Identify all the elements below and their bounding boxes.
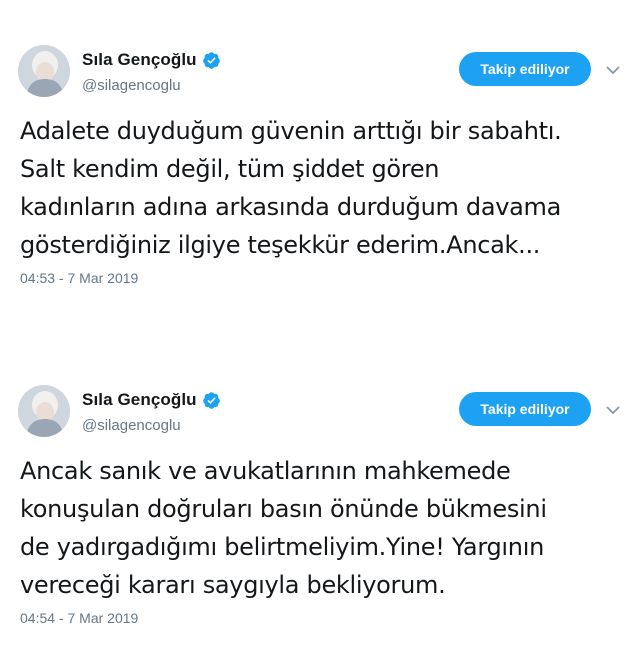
- user-name-row: Sıla Gençoğlu: [82, 50, 221, 70]
- tweet-text-line: kadınların adına arkasında durduğum dava…: [20, 193, 562, 221]
- tweet-text-line: de yadırgadığımı belirtmeliyim.Yine! Yar…: [20, 533, 544, 561]
- tweet-text: Adalete duyduğum güvenin arttığı bir sab…: [20, 112, 635, 264]
- tweet-text-line: Salt kendim değil, tüm şiddet gören: [20, 155, 440, 183]
- tweet-text-line: Ancak sanık ve avukatlarının mahkemede: [20, 457, 511, 485]
- tweet-timestamp[interactable]: 04:53 - 7 Mar 2019: [20, 270, 138, 286]
- following-button[interactable]: Takip ediliyor: [459, 52, 591, 86]
- tweet-text-line: gösterdiğiniz ilgiye teşekkür ederim.Anc…: [20, 231, 541, 259]
- display-name[interactable]: Sıla Gençoğlu: [82, 50, 197, 70]
- user-handle[interactable]: @silagencoglu: [82, 77, 181, 94]
- tweet-timestamp[interactable]: 04:54 - 7 Mar 2019: [20, 610, 138, 626]
- following-button[interactable]: Takip ediliyor: [459, 392, 591, 426]
- tweet-card: Sıla Gençoğlu @silagencoglu Takip ediliy…: [0, 0, 640, 326]
- user-handle[interactable]: @silagencoglu: [82, 417, 181, 434]
- tweet-card: Sıla Gençoğlu @silagencoglu Takip ediliy…: [0, 340, 640, 666]
- tweet-text: Ancak sanık ve avukatlarının mahkemede k…: [20, 452, 635, 604]
- display-name[interactable]: Sıla Gençoğlu: [82, 390, 197, 410]
- tweet-text-line: Adalete duyduğum güvenin arttığı bir sab…: [20, 117, 562, 145]
- avatar[interactable]: [18, 385, 70, 437]
- avatar[interactable]: [18, 45, 70, 97]
- user-name-row: Sıla Gençoğlu: [82, 390, 221, 410]
- chevron-down-icon[interactable]: [605, 402, 621, 418]
- tweet-text-line: vereceği kararı saygıyla bekliyorum.: [20, 571, 446, 599]
- verified-badge-icon: [202, 391, 221, 410]
- verified-badge-icon: [202, 51, 221, 70]
- tweet-text-line: konuşulan doğruları basın önünde bükmesi…: [20, 495, 547, 523]
- chevron-down-icon[interactable]: [605, 62, 621, 78]
